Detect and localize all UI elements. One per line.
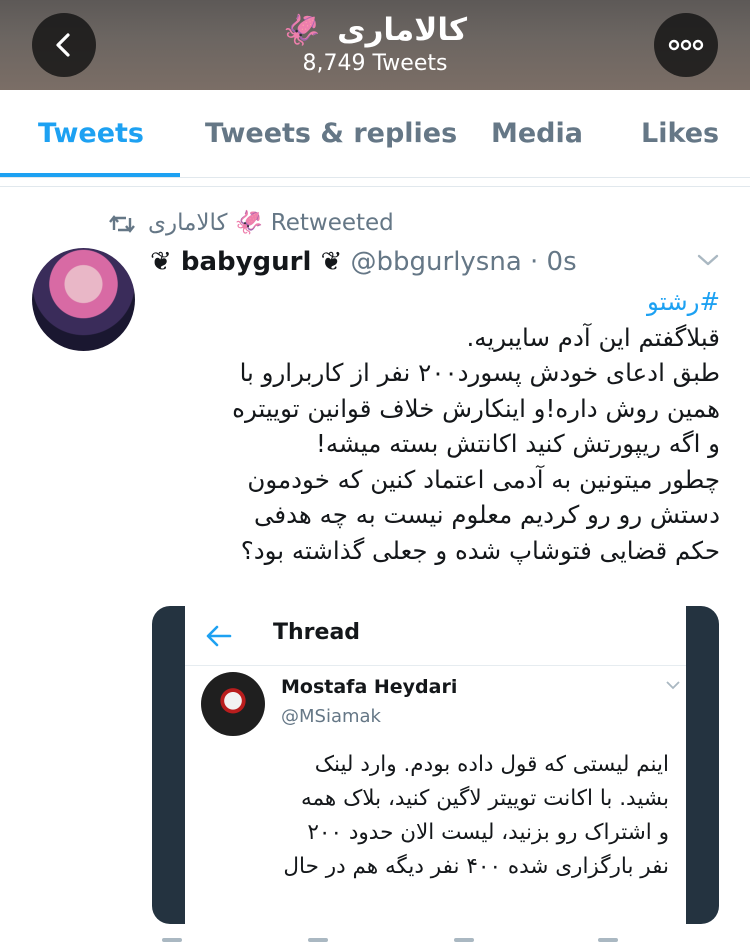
- thread-title: Thread: [273, 620, 361, 645]
- tweet-line: چطور میتونین به آدمی اعتماد کنین که خودم…: [247, 464, 720, 494]
- retweeted-label: Retweeted: [270, 210, 394, 236]
- embedded-author-handle: @MSiamak: [281, 706, 381, 727]
- squid-emoji: 🦑: [234, 210, 264, 236]
- tweet-line: حکم قضایی فتوشاپ شده و جعلی گذاشته بود؟: [240, 535, 720, 565]
- retweeter-name: کالاماری: [148, 210, 228, 236]
- profile-name: کالاماری: [337, 12, 467, 48]
- retweet-context[interactable]: کالاماری 🦑 Retweeted: [108, 206, 394, 240]
- embedded-line: نفر بارگزاری شده ۴۰۰ نفر دیگه هم در حال: [283, 854, 669, 879]
- tab-media[interactable]: Media: [491, 90, 583, 178]
- tab-tweets[interactable]: Tweets: [38, 90, 144, 178]
- tweet-line: قبلاگفتم این آدم سایبریه.: [466, 322, 720, 352]
- profile-title: 🦑 کالاماری: [0, 10, 750, 51]
- like-icon[interactable]: [454, 938, 474, 942]
- active-tab-indicator: [0, 173, 180, 177]
- squid-emoji: 🦑: [283, 13, 321, 48]
- profile-tabs: Tweets Tweets & replies Media Likes: [0, 90, 750, 178]
- divider: [0, 186, 750, 187]
- tweet-line: دستش رو رو کردیم معلوم نیست به چه هدفی: [253, 500, 720, 529]
- tab-likes[interactable]: Likes: [641, 90, 719, 178]
- embedded-avatar: [201, 672, 265, 736]
- tweet-line: طبق ادعای خودش پسورد۲۰۰ نفر از کاربرارو …: [239, 358, 720, 387]
- profile-header: 🦑 کالاماری 8,749 Tweets: [0, 0, 750, 90]
- tweet-line: و اگه ریپورتش کنید اکانتش بسته میشه!: [316, 429, 720, 458]
- tweet-actions: [158, 938, 618, 945]
- embedded-line: بشید. با اکانت توییتر لاگین کنید، بلاک ه…: [300, 786, 669, 811]
- embedded-tweet-text: اینم لیستی که قول داده بودم. وارد لینک ب…: [209, 748, 669, 884]
- tweet-count: 8,749 Tweets: [302, 51, 448, 76]
- hashtag-link[interactable]: #رشتو: [150, 284, 720, 320]
- retweet-icon: [109, 214, 135, 233]
- tweet-media-image[interactable]: Thread Mostafa Heydari @MSiamak اینم لیس…: [152, 606, 719, 924]
- tweet-line: همین روش داره!و اینکارش خلاف قوانین تویی…: [232, 393, 720, 423]
- retweet-action-icon[interactable]: [308, 938, 328, 942]
- avatar[interactable]: [32, 248, 135, 351]
- back-arrow-icon: [206, 625, 232, 647]
- tweet-text: #رشتو قبلاگفتم این آدم سایبریه. طبق ادعا…: [150, 284, 720, 568]
- tweet-author-line[interactable]: ❦ babygurl ❦ @bbgurlysna · 0s: [150, 244, 577, 280]
- handle-and-time: @bbgurlysna · 0s: [350, 247, 577, 277]
- embedded-line: و اشتراک رو بزنید، لیست الان حدود ۲۰۰: [307, 820, 669, 845]
- more-dots-icon: [668, 39, 704, 51]
- thread-bar: Thread: [185, 606, 686, 666]
- reply-icon[interactable]: [162, 938, 182, 942]
- embedded-screenshot: Thread Mostafa Heydari @MSiamak اینم لیس…: [185, 606, 686, 924]
- chevron-down-icon[interactable]: [696, 252, 720, 268]
- embedded-line: اینم لیستی که قول داده بودم. وارد لینک: [314, 752, 669, 777]
- share-icon[interactable]: [598, 938, 618, 942]
- more-button[interactable]: [654, 13, 718, 77]
- display-name: ❦ babygurl ❦: [150, 247, 343, 277]
- tab-tweets-replies[interactable]: Tweets & replies: [205, 90, 457, 178]
- chevron-down-icon: [666, 681, 680, 690]
- embedded-author-name: Mostafa Heydari: [281, 676, 458, 698]
